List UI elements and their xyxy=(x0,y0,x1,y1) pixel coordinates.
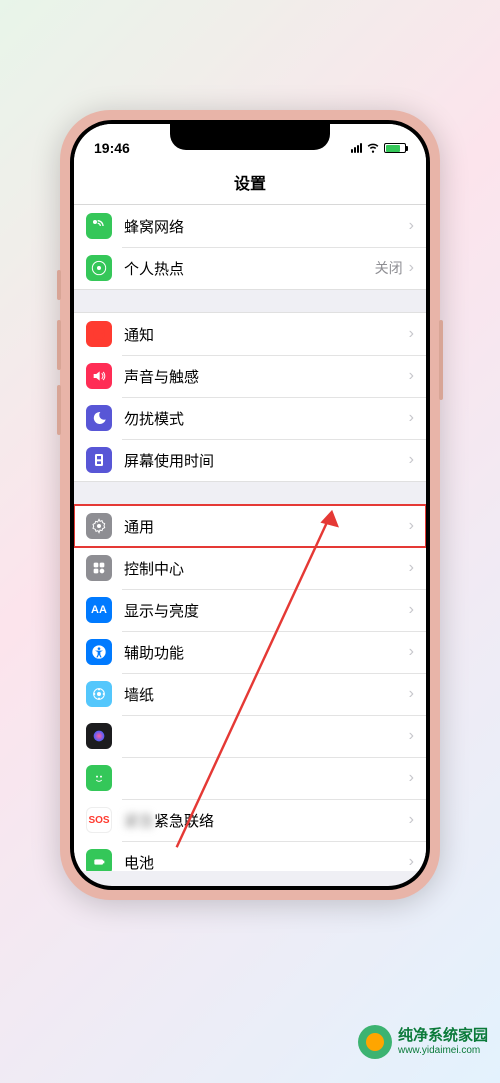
settings-list[interactable]: 蜂窝网络›个人热点关闭›通知›声音与触感›勿扰模式›屏幕使用时间›通用›控制中心… xyxy=(74,205,426,871)
row-label: 声音与触感 xyxy=(124,366,409,387)
row-label: 电池 xyxy=(124,852,409,872)
row-label: 屏幕使用时间 xyxy=(124,450,409,471)
notifications-icon xyxy=(86,321,112,347)
watermark-title: 纯净系统家园 xyxy=(398,1028,488,1045)
wallpaper-icon xyxy=(86,681,112,707)
mute-switch xyxy=(57,270,61,300)
settings-row-accessibility[interactable]: 辅助功能› xyxy=(74,631,426,673)
battery-icon xyxy=(86,849,112,871)
chevron-right-icon: › xyxy=(409,367,414,385)
row-label: 紧急紧急联络 xyxy=(124,810,409,831)
settings-row-sounds[interactable]: 声音与触感› xyxy=(74,355,426,397)
chevron-right-icon: › xyxy=(409,259,414,277)
settings-group: 蜂窝网络›个人热点关闭› xyxy=(74,205,426,290)
chevron-right-icon: › xyxy=(409,451,414,469)
accessibility-icon xyxy=(86,639,112,665)
settings-row-screentime[interactable]: 屏幕使用时间› xyxy=(74,439,426,481)
settings-row-controlcenter[interactable]: 控制中心› xyxy=(74,547,426,589)
display-icon: AA xyxy=(86,597,112,623)
settings-row-siri[interactable]: › xyxy=(74,715,426,757)
row-value: 关闭 xyxy=(375,258,403,278)
row-label: 勿扰模式 xyxy=(124,408,409,429)
power-button xyxy=(439,320,443,400)
settings-group: 通用›控制中心›AA显示与亮度›辅助功能›墙纸› › ›SOS紧急紧急联络›电池… xyxy=(74,504,426,871)
row-label: 墙纸 xyxy=(124,684,409,705)
settings-row-dnd[interactable]: 勿扰模式› xyxy=(74,397,426,439)
siri-icon xyxy=(86,723,112,749)
settings-group: 通知›声音与触感›勿扰模式›屏幕使用时间› xyxy=(74,312,426,482)
settings-row-general[interactable]: 通用› xyxy=(74,505,426,547)
screentime-icon xyxy=(86,447,112,473)
row-label: 个人热点 xyxy=(124,258,375,279)
screen: 19:46 设置 蜂窝网络›个人热点关闭›通知›声音与触感›勿扰模式›屏幕使用时… xyxy=(74,124,426,886)
settings-row-wallpaper[interactable]: 墙纸› xyxy=(74,673,426,715)
settings-row-sos[interactable]: SOS 紧急紧急联络› xyxy=(74,799,426,841)
watermark: 纯净系统家园 www.yidaimei.com xyxy=(358,1025,488,1059)
chevron-right-icon: › xyxy=(409,727,414,745)
chevron-right-icon: › xyxy=(409,517,414,535)
chevron-right-icon: › xyxy=(409,559,414,577)
chevron-right-icon: › xyxy=(409,325,414,343)
signal-icon xyxy=(351,143,362,153)
chevron-right-icon: › xyxy=(409,217,414,235)
watermark-url: www.yidaimei.com xyxy=(398,1045,488,1056)
chevron-right-icon: › xyxy=(409,853,414,871)
hotspot-icon xyxy=(86,255,112,281)
row-label: 控制中心 xyxy=(124,558,409,579)
settings-row-notifications[interactable]: 通知› xyxy=(74,313,426,355)
chevron-right-icon: › xyxy=(409,409,414,427)
volume-down-button xyxy=(57,385,61,435)
page-title: 设置 xyxy=(74,164,426,205)
chevron-right-icon: › xyxy=(409,685,414,703)
row-label: 辅助功能 xyxy=(124,642,409,663)
notch xyxy=(170,124,330,150)
status-time: 19:46 xyxy=(94,140,130,156)
settings-row-cellular[interactable]: 蜂窝网络› xyxy=(74,205,426,247)
row-label: 蜂窝网络 xyxy=(124,216,409,237)
cellular-icon xyxy=(86,213,112,239)
phone-frame: 19:46 设置 蜂窝网络›个人热点关闭›通知›声音与触感›勿扰模式›屏幕使用时… xyxy=(60,110,440,900)
chevron-right-icon: › xyxy=(409,769,414,787)
settings-row-battery[interactable]: 电池› xyxy=(74,841,426,871)
settings-row-hotspot[interactable]: 个人热点关闭 › xyxy=(74,247,426,289)
watermark-logo-icon xyxy=(358,1025,392,1059)
faceid-icon xyxy=(86,765,112,791)
sos-icon: SOS xyxy=(86,807,112,833)
controlcenter-icon xyxy=(86,555,112,581)
settings-row-faceid[interactable]: › xyxy=(74,757,426,799)
settings-row-display[interactable]: AA 显示与亮度› xyxy=(74,589,426,631)
row-label: 显示与亮度 xyxy=(124,600,409,621)
wifi-icon xyxy=(366,140,380,157)
general-icon xyxy=(86,513,112,539)
battery-icon xyxy=(384,143,406,153)
dnd-icon xyxy=(86,405,112,431)
row-label: 通知 xyxy=(124,324,409,345)
volume-up-button xyxy=(57,320,61,370)
chevron-right-icon: › xyxy=(409,643,414,661)
chevron-right-icon: › xyxy=(409,601,414,619)
row-label: 通用 xyxy=(124,516,409,537)
sounds-icon xyxy=(86,363,112,389)
chevron-right-icon: › xyxy=(409,811,414,829)
